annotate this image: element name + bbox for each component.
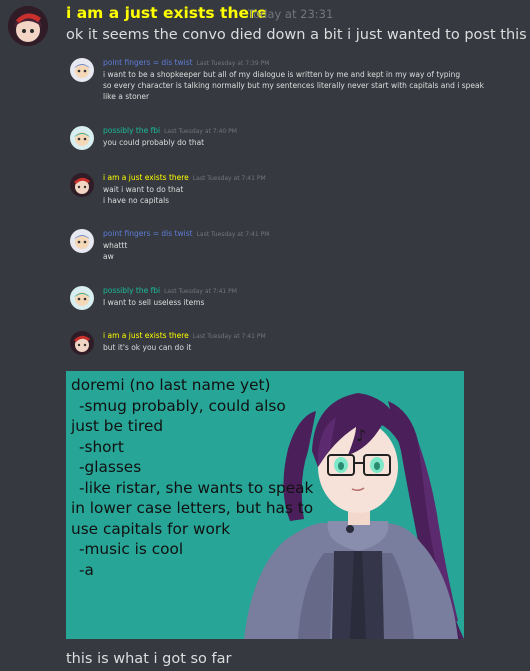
author-name[interactable]: i am a just exists there [103,173,189,182]
message-time: Last Tuesday at 7:40 PM [164,128,237,135]
message-line: aw [103,252,114,261]
description-line: -smug probably, could also [79,396,286,415]
avatar [70,331,94,355]
message-line: wait i want to do that [103,185,184,194]
description-line: -like ristar, she wants to speak [79,478,314,497]
message-line: whattt [103,241,128,250]
message-text: ok it seems the convo died down a bit i … [66,27,527,43]
description-line: -glasses [79,458,142,476]
message-line: you could probably do that [103,138,205,147]
avatar [70,286,94,310]
chat-message: i am a just exists there Today at 23:31 … [0,0,530,671]
message-line: i want to be a shopkeeper but all of my … [103,70,461,79]
description-line: doremi (no last name yet) [71,376,271,394]
description-line: -short [79,437,124,456]
message-line: so every character is talking normally b… [103,81,484,90]
character-art-image[interactable]: ♪ doremi (no last name yet) -smug probab… [66,371,464,639]
message-time: Last Tuesday at 7:39 PM [196,60,270,67]
character-description: doremi (no last name yet) -smug probably… [71,375,314,580]
author-name[interactable]: possibly the fbi [103,126,160,135]
avatar [70,173,94,197]
attached-screenshot[interactable]: point fingers = dis twist Last Tuesday at… [66,50,486,362]
message-line: i have no capitals [103,196,170,205]
author-name[interactable]: i am a just exists there [103,331,189,340]
message-time: Last Tuesday at 7:41 PM [192,333,266,340]
message-caption: this is what i got so far [66,651,232,667]
author-name[interactable]: point fingers = dis twist [103,58,193,67]
svg-text:♪: ♪ [356,426,366,445]
message-time: Last Tuesday at 7:41 PM [164,288,237,295]
description-line: just be tired [71,417,164,435]
message-line: I want to sell useless items [103,298,205,307]
message-line: like a stoner [103,92,150,101]
avatar [70,58,94,82]
author-name[interactable]: possibly the fbi [103,286,160,295]
description-line: -music is cool [79,540,184,558]
description-line: -a [79,560,94,579]
user-avatar[interactable] [8,6,48,46]
author-name[interactable]: point fingers = dis twist [103,229,193,238]
message-line: but it's ok you can do it [103,343,192,352]
message-time: Last Tuesday at 7:41 PM [196,231,270,238]
message-username[interactable]: i am a just exists there [66,4,267,22]
avatar [70,126,94,150]
message-timestamp: Today at 23:31 [248,7,334,21]
description-line: in lower case letters, but has to [71,499,314,517]
description-line: use capitals for work [71,519,231,538]
avatar [70,229,94,253]
message-time: Last Tuesday at 7:41 PM [192,175,266,182]
